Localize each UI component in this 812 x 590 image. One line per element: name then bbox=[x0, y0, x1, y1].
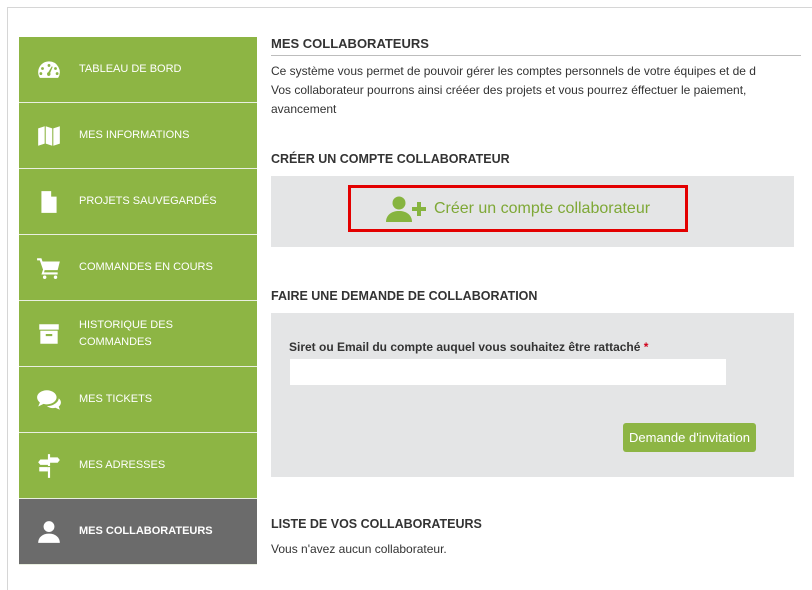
sidebar-item-projets-sauvegardes[interactable]: PROJETS SAUVEGARDÉS bbox=[19, 169, 257, 235]
sidebar-item-label: MES COLLABORATEURS bbox=[79, 525, 213, 537]
sidebar-item-label: MES TICKETS bbox=[79, 393, 153, 405]
create-account-panel: Créer un compte collaborateur bbox=[271, 176, 794, 247]
sidebar-nav: TABLEAU DE BORD MES INFORMATIONS PROJETS… bbox=[19, 37, 257, 565]
siret-email-input[interactable] bbox=[290, 359, 726, 385]
sidebar-item-label: MES INFORMATIONS bbox=[79, 129, 190, 141]
chat-icon bbox=[19, 387, 79, 413]
sidebar-item-mes-informations[interactable]: MES INFORMATIONS bbox=[19, 103, 257, 169]
frame-left-border bbox=[7, 7, 8, 590]
intro-text-line-3: avancement bbox=[271, 102, 337, 116]
map-icon bbox=[19, 123, 79, 149]
sidebar-item-label: MES ADRESSES bbox=[79, 459, 166, 471]
archive-icon bbox=[19, 321, 79, 347]
request-section-title: FAIRE UNE DEMANDE DE COLLABORATION bbox=[271, 289, 538, 303]
sidebar-item-label: TABLEAU DE BORD bbox=[79, 63, 182, 75]
sidebar-item-tableau-de-bord[interactable]: TABLEAU DE BORD bbox=[19, 37, 257, 103]
signpost-icon bbox=[19, 453, 79, 479]
sidebar-item-commandes-en-cours[interactable]: COMMANDES EN COURS bbox=[19, 235, 257, 301]
cart-icon bbox=[19, 255, 79, 281]
intro-text-line-1: Ce système vous permet de pouvoir gérer … bbox=[271, 64, 756, 78]
create-collaborator-label: Créer un compte collaborateur bbox=[433, 199, 651, 217]
sidebar-item-label: PROJETS SAUVEGARDÉS bbox=[79, 195, 217, 207]
sidebar-item-mes-collaborateurs[interactable]: MES COLLABORATEURS bbox=[19, 499, 257, 565]
add-user-icon bbox=[385, 196, 426, 222]
siret-email-label-text: Siret ou Email du compte auquel vous sou… bbox=[289, 340, 641, 354]
dashboard-icon bbox=[19, 57, 79, 83]
file-icon bbox=[19, 189, 79, 215]
siret-email-label: Siret ou Email du compte auquel vous sou… bbox=[289, 340, 648, 354]
frame-top-border bbox=[7, 7, 812, 8]
request-collaboration-panel: Siret ou Email du compte auquel vous sou… bbox=[271, 313, 794, 477]
sidebar-item-mes-adresses[interactable]: MES ADRESSES bbox=[19, 433, 257, 499]
required-asterisk: * bbox=[643, 340, 649, 354]
create-section-title: CRÉER UN COMPTE COLLABORATEUR bbox=[271, 152, 510, 166]
empty-collaborators-text: Vous n'avez aucun collaborateur. bbox=[271, 542, 447, 556]
list-section-title: LISTE DE VOS COLLABORATEURS bbox=[271, 517, 482, 531]
create-collaborator-button[interactable]: Créer un compte collaborateur bbox=[348, 185, 688, 232]
main-content: MES COLLABORATEURS Ce système vous perme… bbox=[271, 30, 812, 556]
invitation-request-button[interactable]: Demande d'invitation bbox=[623, 423, 756, 452]
sidebar-item-mes-tickets[interactable]: MES TICKETS bbox=[19, 367, 257, 433]
sidebar-item-label: COMMANDES EN COURS bbox=[79, 261, 213, 273]
sidebar-item-historique-des-commandes[interactable]: HISTORIQUE DES COMMANDES bbox=[19, 301, 257, 367]
user-icon bbox=[19, 519, 79, 545]
page-title: MES COLLABORATEURS bbox=[271, 36, 801, 56]
sidebar-item-label: HISTORIQUE DES COMMANDES bbox=[79, 318, 173, 348]
intro-text-line-2: Vos collaborateur pourrons ainsi crééer … bbox=[271, 83, 747, 97]
